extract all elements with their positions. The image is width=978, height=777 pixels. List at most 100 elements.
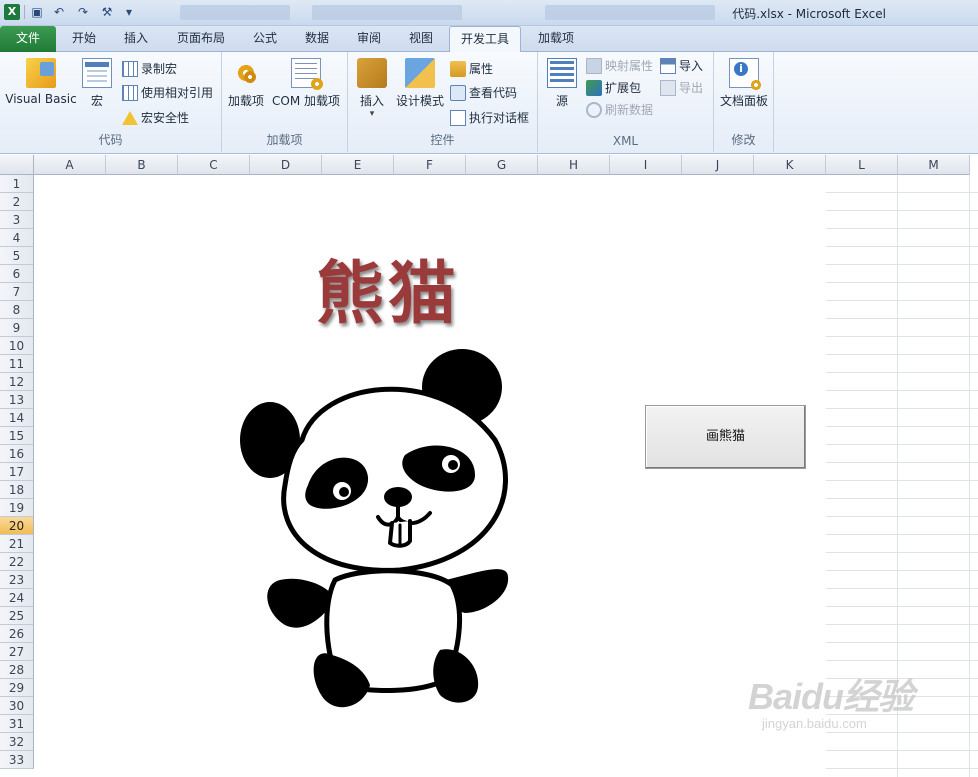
refresh-icon <box>586 101 602 118</box>
com-addins-button[interactable]: COM 加载项 <box>268 58 344 109</box>
row-header[interactable]: 19 <box>0 499 34 517</box>
macros-button[interactable]: 宏 <box>80 58 114 109</box>
xml-source-button[interactable]: 源 <box>544 58 580 109</box>
record-macro-label: 录制宏 <box>141 62 178 76</box>
row-header[interactable]: 12 <box>0 373 34 391</box>
row-header[interactable]: 25 <box>0 607 34 625</box>
expansion-packs-icon <box>586 79 602 96</box>
design-mode-button[interactable]: 设计模式 <box>394 58 446 109</box>
tab-file[interactable]: 文件 <box>0 26 56 52</box>
row-header[interactable]: 28 <box>0 661 34 679</box>
tab-insert[interactable]: 插入 <box>112 26 160 52</box>
export-button[interactable]: 导出 <box>660 79 703 96</box>
row-header[interactable]: 30 <box>0 697 34 715</box>
row-header[interactable]: 26 <box>0 625 34 643</box>
expansion-packs-button[interactable]: 扩展包 <box>586 79 641 96</box>
panda-drawing[interactable] <box>240 345 520 725</box>
com-addins-label: COM 加载项 <box>272 94 340 108</box>
column-header[interactable]: G <box>466 155 538 175</box>
group-label-modify: 修改 <box>731 133 756 147</box>
tab-home[interactable]: 开始 <box>60 26 108 52</box>
view-code-button[interactable]: 查看代码 <box>450 84 517 101</box>
column-header[interactable]: K <box>754 155 826 175</box>
tab-developer[interactable]: 开发工具 <box>449 26 521 53</box>
group-label-xml: XML <box>612 134 639 148</box>
refresh-data-button[interactable]: 刷新数据 <box>586 101 653 118</box>
row-header[interactable]: 33 <box>0 751 34 769</box>
com-addins-icon <box>291 58 324 91</box>
tab-page-layout[interactable]: 页面布局 <box>166 26 236 52</box>
tab-addins[interactable]: 加载项 <box>528 26 584 52</box>
row-header[interactable]: 32 <box>0 733 34 751</box>
row-header[interactable]: 10 <box>0 337 34 355</box>
visual-basic-button[interactable]: Visual Basic <box>4 58 78 106</box>
baidu-watermark: Baidu经验 jingyan.baidu.com <box>748 668 948 731</box>
macro-security-label: 宏安全性 <box>141 111 190 125</box>
row-header[interactable]: 31 <box>0 715 34 733</box>
row-header[interactable]: 18 <box>0 481 34 499</box>
row-header[interactable]: 14 <box>0 409 34 427</box>
row-header[interactable]: 27 <box>0 643 34 661</box>
column-header[interactable]: B <box>106 155 178 175</box>
column-header[interactable]: J <box>682 155 754 175</box>
row-header[interactable]: 4 <box>0 229 34 247</box>
ribbon-tabs: 文件 开始 插入 页面布局 公式 数据 审阅 视图 开发工具 加载项 <box>0 26 978 53</box>
insert-control-button[interactable]: 插入 ▾ <box>352 58 392 119</box>
row-header[interactable]: 24 <box>0 589 34 607</box>
row-header[interactable]: 22 <box>0 553 34 571</box>
row-header[interactable]: 7 <box>0 283 34 301</box>
row-header[interactable]: 16 <box>0 445 34 463</box>
addins-button[interactable]: 加载项 <box>226 58 266 109</box>
view-code-label: 查看代码 <box>469 86 518 100</box>
column-header[interactable]: I <box>610 155 682 175</box>
row-header[interactable]: 11 <box>0 355 34 373</box>
row-header[interactable]: 13 <box>0 391 34 409</box>
column-header[interactable]: F <box>394 155 466 175</box>
row-header[interactable]: 17 <box>0 463 34 481</box>
row-header[interactable]: 6 <box>0 265 34 283</box>
wordart-title[interactable]: 熊猫 <box>316 238 460 337</box>
row-header[interactable]: 15 <box>0 427 34 445</box>
row-header[interactable]: 3 <box>0 211 34 229</box>
import-button[interactable]: 导入 <box>660 57 703 74</box>
group-xml: 源 映射属性 扩展包 刷新数据 导入 导出 XML <box>538 52 714 152</box>
row-header[interactable]: 9 <box>0 319 34 337</box>
column-header[interactable]: C <box>178 155 250 175</box>
row-header[interactable]: 5 <box>0 247 34 265</box>
column-header[interactable]: H <box>538 155 610 175</box>
group-label-addins: 加载项 <box>266 133 303 147</box>
column-header[interactable]: L <box>826 155 898 175</box>
macro-security-button[interactable]: 宏安全性 <box>122 109 189 126</box>
document-panel-button[interactable]: 文档面板 <box>717 58 771 109</box>
column-header[interactable]: E <box>322 155 394 175</box>
row-header[interactable]: 2 <box>0 193 34 211</box>
row-header[interactable]: 20 <box>0 517 34 535</box>
view-code-icon <box>450 84 466 101</box>
group-label-code: 代码 <box>98 133 123 147</box>
tab-review[interactable]: 审阅 <box>346 26 392 52</box>
tab-view[interactable]: 视图 <box>398 26 444 52</box>
relative-refs-button[interactable]: 使用相对引用 <box>122 84 213 101</box>
run-dialog-button[interactable]: 执行对话框 <box>450 109 529 126</box>
group-addins: 加载项 COM 加载项 加载项 <box>222 52 348 152</box>
draw-panda-button[interactable]: 画熊猫 <box>645 405 806 469</box>
tab-data[interactable]: 数据 <box>294 26 340 52</box>
row-header[interactable]: 21 <box>0 535 34 553</box>
addins-label: 加载项 <box>227 94 264 108</box>
row-header[interactable]: 29 <box>0 679 34 697</box>
row-header[interactable]: 23 <box>0 571 34 589</box>
xml-source-label: 源 <box>555 94 568 108</box>
record-macro-button[interactable]: 录制宏 <box>122 60 177 77</box>
group-code: Visual Basic 宏 录制宏 使用相对引用 宏安全性 代码 <box>0 52 222 152</box>
properties-button[interactable]: 属性 <box>450 60 493 77</box>
map-properties-button[interactable]: 映射属性 <box>586 57 653 74</box>
column-header[interactable]: A <box>34 155 106 175</box>
row-header[interactable]: 8 <box>0 301 34 319</box>
row-header[interactable]: 1 <box>0 175 34 193</box>
run-dialog-label: 执行对话框 <box>469 111 530 125</box>
select-all-corner[interactable] <box>0 155 34 175</box>
column-header[interactable]: M <box>898 155 970 175</box>
warning-icon <box>122 110 138 125</box>
tab-formulas[interactable]: 公式 <box>242 26 288 52</box>
column-header[interactable]: D <box>250 155 322 175</box>
